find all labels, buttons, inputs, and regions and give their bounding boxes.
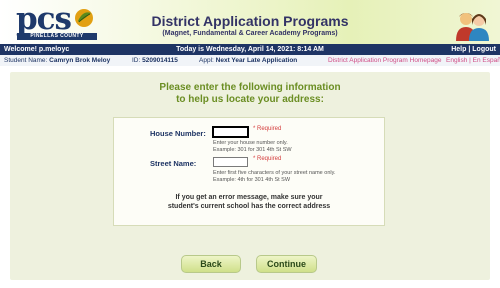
- application-value: Next Year Late Application: [215, 57, 298, 64]
- student-info-bar: Student Name: Camryn Brok Meloy ID: 5209…: [0, 55, 500, 66]
- street-name-hint-1: Enter first five characters of your stre…: [213, 170, 336, 176]
- continue-button[interactable]: Continue: [256, 255, 317, 273]
- student-name-field: Student Name: Camryn Brok Meloy: [4, 55, 110, 66]
- page-header: pcs PINELLAS COUNTY SCHOOLS District App…: [0, 0, 500, 46]
- users-icon: [456, 13, 489, 41]
- street-name-label: Street Name:: [150, 159, 197, 168]
- page-subtitle: (Magnet, Fundamental & Career Academy Pr…: [162, 30, 338, 37]
- house-number-required: * Required: [253, 126, 282, 132]
- student-name-value: Camryn Brok Meloy: [49, 57, 111, 64]
- house-number-hint-2: Example: 301 for 301 4th St SW: [213, 147, 292, 153]
- street-name-hint-2: Example: 4th for 301 4th St SW: [213, 177, 291, 183]
- student-id-field: ID: 5209014115: [132, 55, 178, 66]
- house-number-input[interactable]: [212, 126, 249, 138]
- address-error-note: If you get an error message, make sure y…: [113, 193, 385, 211]
- top-links: Help | Logout: [451, 44, 496, 55]
- house-number-hint-1: Enter your house number only.: [213, 140, 288, 146]
- back-button[interactable]: Back: [181, 255, 241, 273]
- leaf-logo-icon: [75, 9, 93, 27]
- student-id-value: 5209014115: [142, 57, 178, 64]
- page-title: District Application Programs: [151, 13, 349, 29]
- error-note-line-2: student's current school has the correct…: [167, 203, 331, 210]
- district-logo[interactable]: pcs: [16, 2, 72, 36]
- street-name-hint: Enter first five characters of your stre…: [213, 170, 335, 184]
- house-number-hint: Enter your house number only. Example: 3…: [213, 140, 292, 154]
- current-date: Today is Wednesday, April 14, 2021: 8:14…: [176, 46, 324, 53]
- student-name-label: Student Name:: [4, 57, 48, 64]
- help-link[interactable]: Help: [451, 46, 466, 53]
- street-name-required: * Required: [253, 156, 282, 162]
- street-name-input[interactable]: [213, 157, 248, 167]
- logout-link[interactable]: Logout: [472, 46, 496, 53]
- instructions-line-1: Please enter the following information: [159, 82, 341, 93]
- user-status-bar: Welcome! p.meloyc Today is Wednesday, Ap…: [0, 44, 500, 55]
- house-number-label: House Number:: [150, 129, 206, 138]
- application-label: Appl:: [199, 57, 214, 64]
- language-links[interactable]: English | En Español: [446, 55, 500, 66]
- logo-subtext: PINELLAS COUNTY SCHOOLS: [17, 33, 97, 46]
- instructions: Please enter the following information t…: [0, 82, 500, 106]
- link-separator: |: [468, 46, 471, 53]
- homepage-link[interactable]: District Application Program Homepage: [328, 55, 441, 66]
- instructions-line-2: to help us locate your address:: [176, 94, 324, 105]
- student-id-label: ID:: [132, 57, 141, 64]
- error-note-line-1: If you get an error message, make sure y…: [175, 194, 323, 201]
- application-field: Appl: Next Year Late Application: [199, 55, 297, 66]
